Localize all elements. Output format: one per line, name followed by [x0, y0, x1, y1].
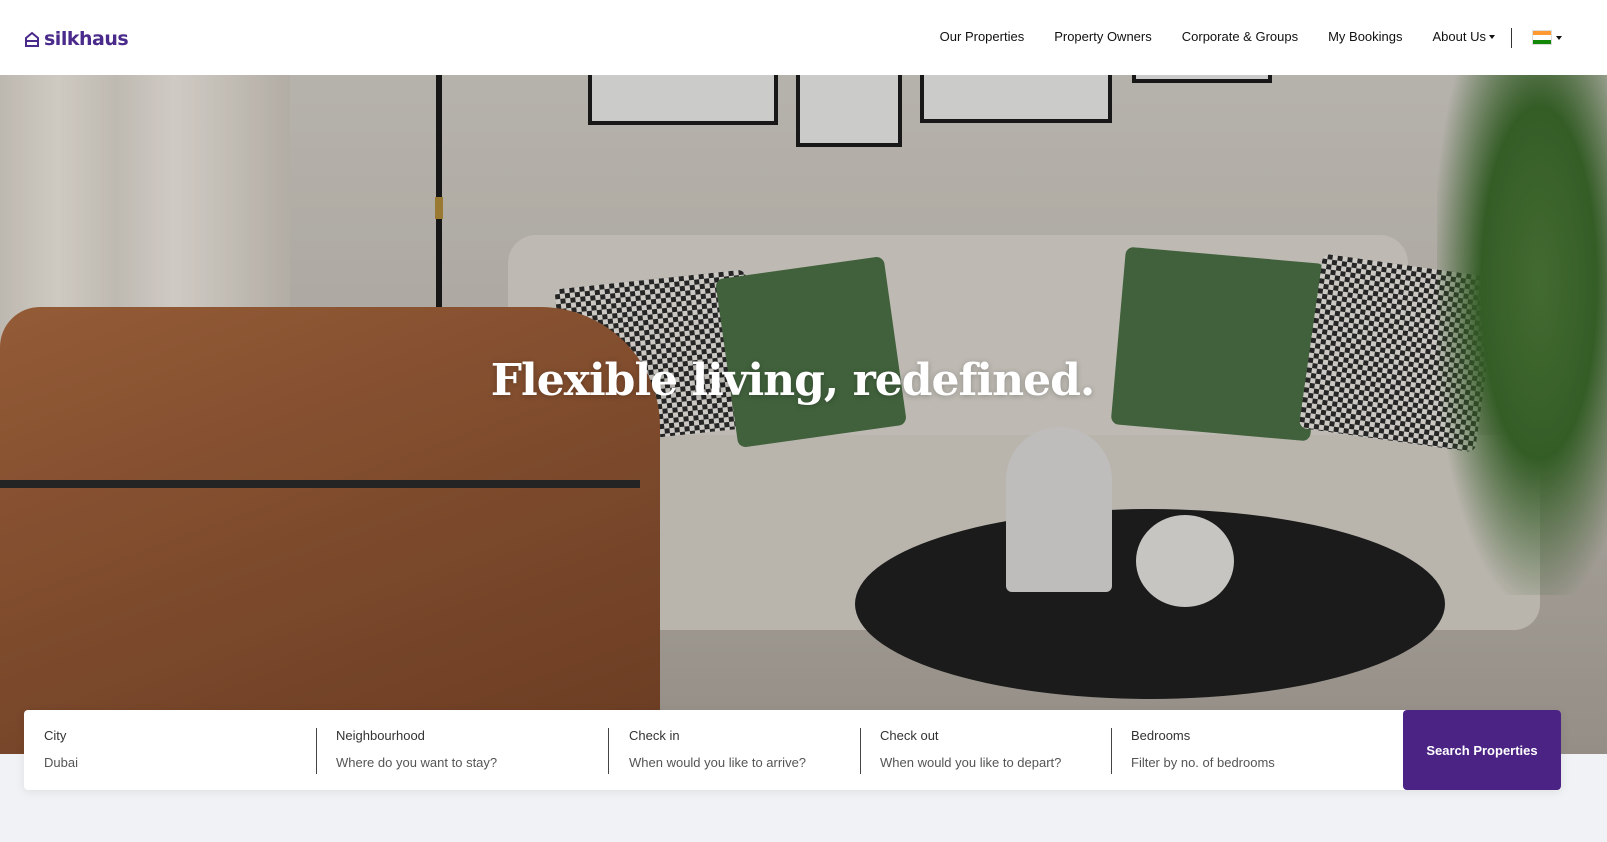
field-divider — [608, 728, 609, 774]
main-nav: Our Properties Property Owners Corporate… — [940, 29, 1495, 44]
check-in-value: When would you like to arrive? — [629, 755, 807, 770]
check-in-field[interactable]: Check in When would you like to arrive? — [629, 710, 859, 790]
neighbourhood-value: Where do you want to stay? — [336, 755, 498, 770]
city-label: City — [44, 728, 67, 743]
language-selector[interactable] — [1532, 30, 1562, 45]
neighbourhood-field[interactable]: Neighbourhood Where do you want to stay? — [336, 710, 596, 790]
check-out-value: When would you like to depart? — [880, 755, 1062, 770]
neighbourhood-label: Neighbourhood — [336, 728, 425, 743]
nav-my-bookings[interactable]: My Bookings — [1328, 29, 1402, 44]
hero-section: Flexible living, redefined. — [0, 75, 1607, 754]
hero-image — [0, 75, 1607, 754]
brand-name: silkhaus — [44, 28, 129, 50]
nav-label: Property Owners — [1054, 29, 1152, 44]
nav-our-properties[interactable]: Our Properties — [940, 29, 1025, 44]
check-out-field[interactable]: Check out When would you like to depart? — [880, 710, 1110, 790]
chevron-down-icon — [1489, 35, 1495, 39]
nav-label: Corporate & Groups — [1181, 29, 1299, 44]
house-icon — [25, 31, 39, 47]
nav-label: About Us — [1432, 29, 1486, 44]
nav-property-owners[interactable]: Property Owners — [1054, 29, 1152, 44]
bedrooms-field[interactable]: Bedrooms Filter by no. of bedrooms — [1131, 710, 1371, 790]
nav-about-us[interactable]: About Us — [1433, 29, 1495, 44]
bedrooms-value: Filter by no. of bedrooms — [1131, 755, 1275, 770]
india-flag-icon — [1532, 30, 1552, 45]
search-properties-button[interactable]: Search Properties — [1403, 710, 1561, 790]
nav-label: Our Properties — [939, 29, 1025, 44]
check-out-label: Check out — [880, 728, 939, 743]
nav-corporate-groups[interactable]: Corporate & Groups — [1182, 29, 1298, 44]
hero-title: Flexible living, redefined. — [490, 355, 1095, 406]
chevron-down-icon — [1556, 36, 1562, 40]
site-header: silkhaus Our Properties Property Owners … — [0, 0, 1607, 75]
city-field[interactable]: City Dubai — [44, 710, 304, 790]
check-in-label: Check in — [629, 728, 680, 743]
field-divider — [1111, 728, 1112, 774]
city-value: Dubai — [44, 755, 78, 770]
property-search-bar: City Dubai Neighbourhood Where do you wa… — [24, 710, 1561, 790]
bedrooms-label: Bedrooms — [1131, 728, 1191, 743]
field-divider — [860, 728, 861, 774]
field-divider — [316, 728, 317, 774]
nav-divider — [1511, 28, 1512, 48]
brand-logo[interactable]: silkhaus — [24, 28, 129, 50]
nav-label: My Bookings — [1328, 29, 1403, 44]
